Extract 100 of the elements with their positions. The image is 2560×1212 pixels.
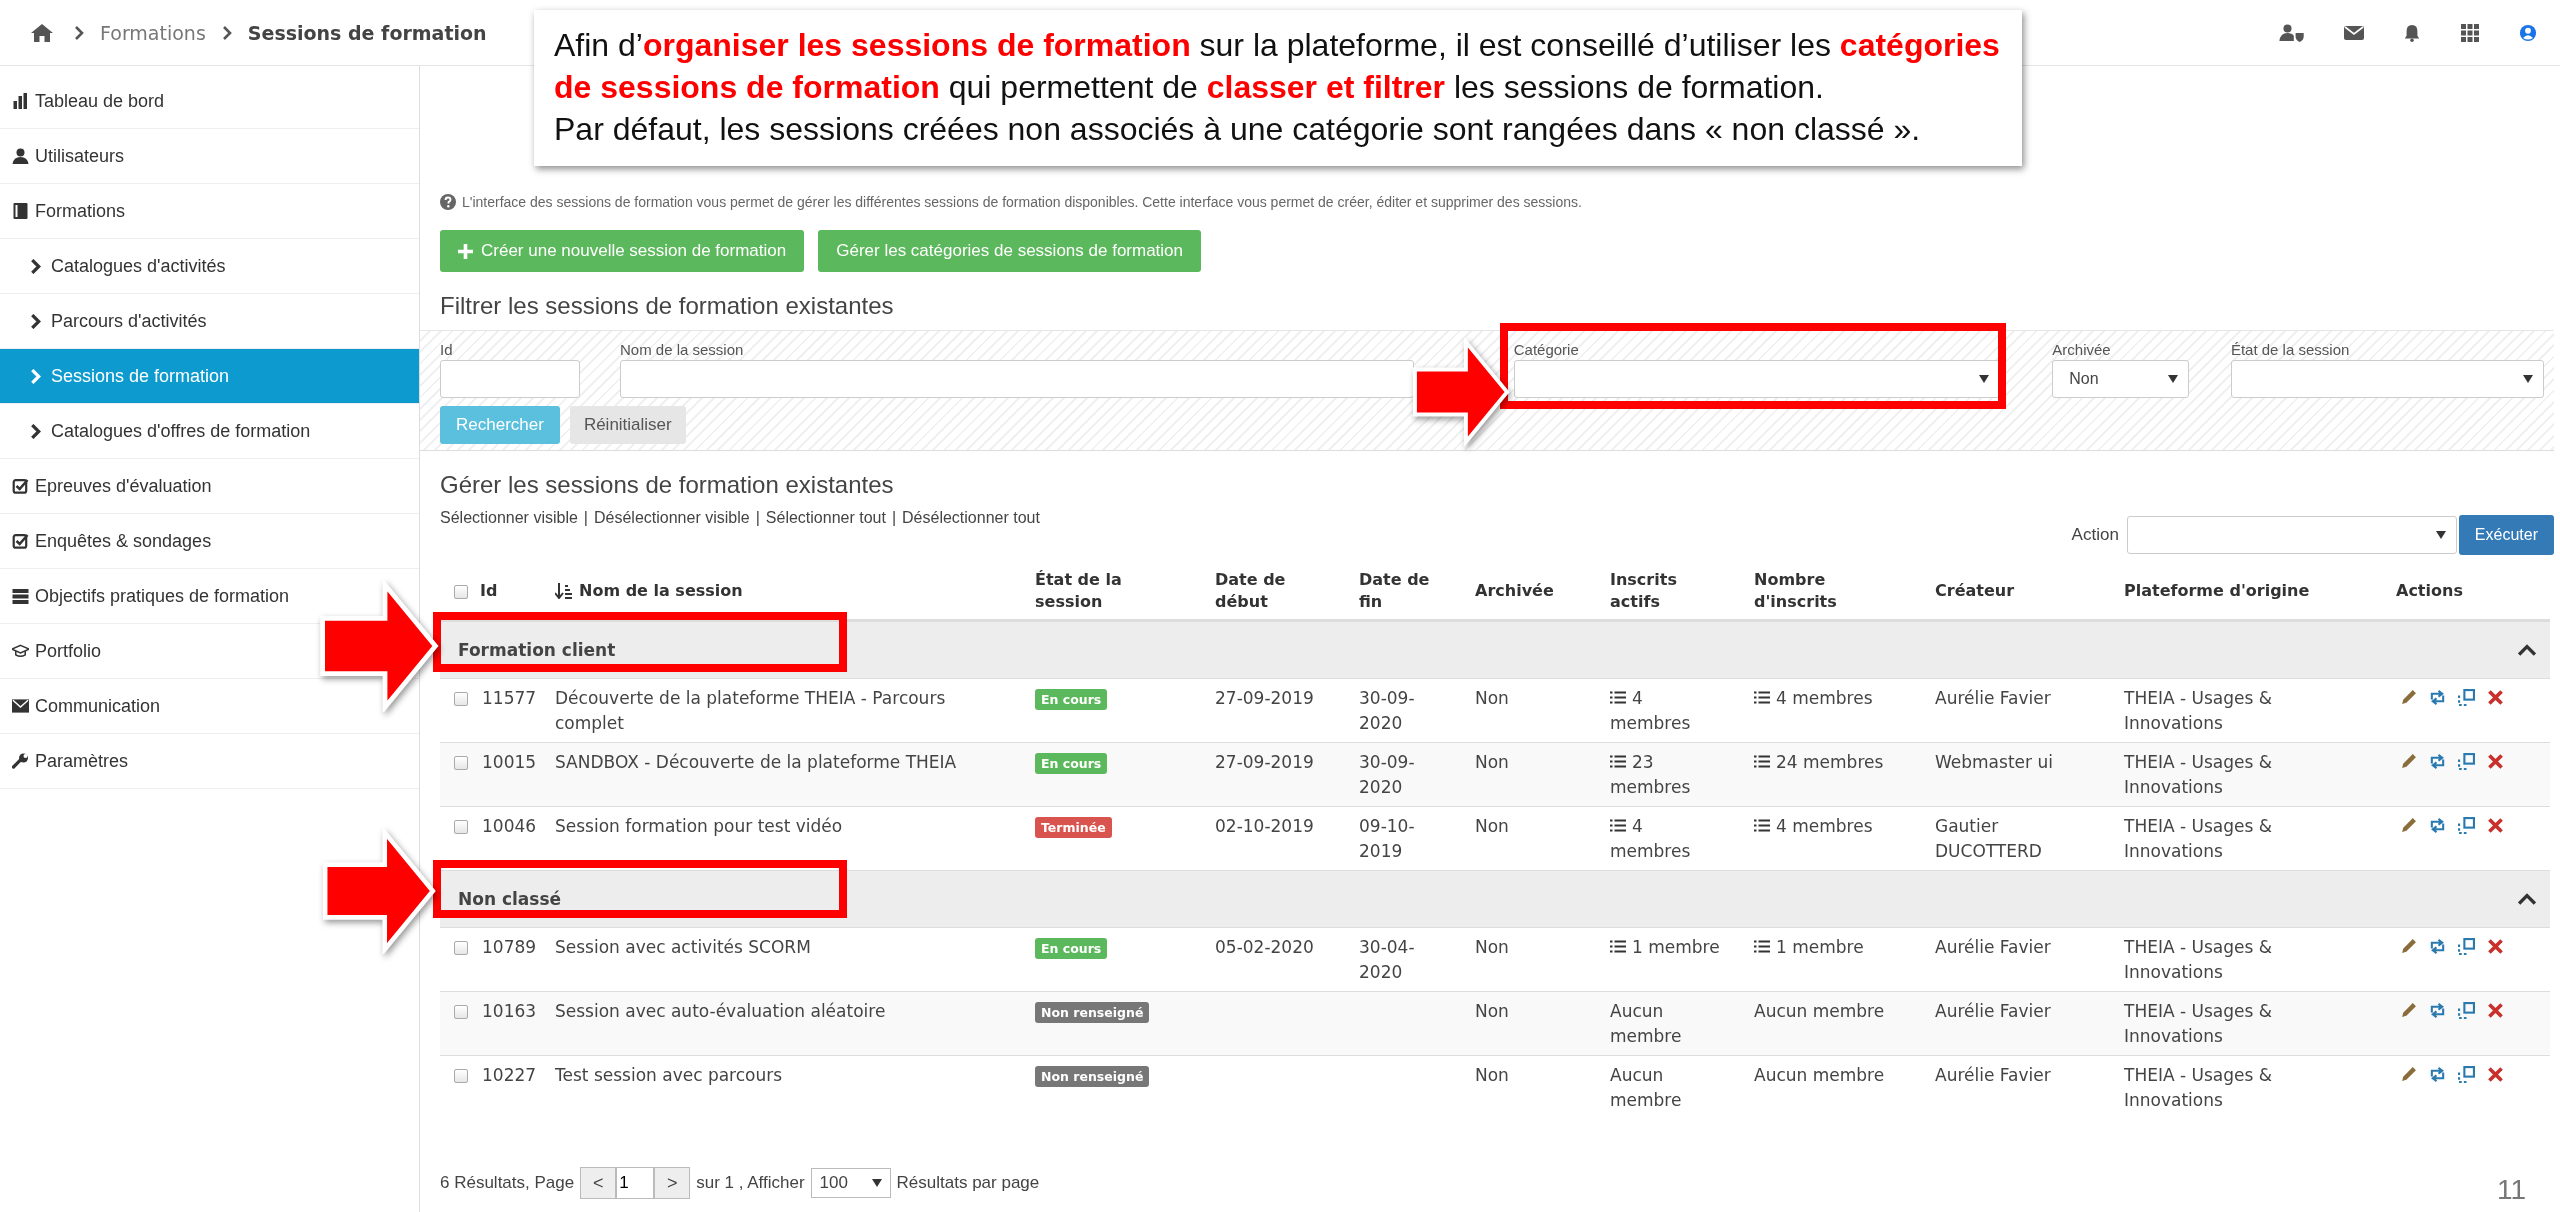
checkbox[interactable]: [454, 941, 468, 955]
chevron-icon[interactable]: [2518, 893, 2536, 905]
pencil-icon[interactable]: [2400, 1066, 2417, 1083]
chevron-right-icon: [30, 258, 41, 274]
checkbox[interactable]: [454, 820, 468, 834]
column-header[interactable]: Nom de la session: [551, 580, 1031, 602]
user-circle-icon[interactable]: [2518, 23, 2538, 42]
loop-arrows-icon[interactable]: [2429, 689, 2446, 706]
checkbox[interactable]: [454, 756, 468, 770]
execute-button[interactable]: Exécuter: [2458, 515, 2554, 555]
column-header[interactable]: Actions: [2392, 580, 2550, 602]
bar-chart-icon: [12, 93, 29, 109]
sidebar-item[interactable]: Communication: [0, 679, 169, 733]
session-name: Test session avec parcours: [555, 1065, 783, 1085]
loop-arrows-icon[interactable]: [2429, 1002, 2446, 1019]
selection-link[interactable]: Désélectionner visible: [594, 509, 750, 527]
table-cell: Webmaster ui: [1935, 752, 2053, 772]
checkbox[interactable]: [454, 1069, 468, 1083]
checkbox[interactable]: [454, 585, 468, 599]
caret-icon: [2167, 375, 2178, 383]
status-badge: Terminée: [1035, 817, 1112, 838]
session-name: Découverte de la plateforme THEIA - Parcours complet: [555, 688, 946, 733]
checkbox[interactable]: [454, 1005, 468, 1019]
table-cell: 1 membre: [1754, 937, 1864, 957]
table-cell: Aucun membre: [1754, 1001, 1885, 1021]
select-field[interactable]: Non: [2052, 360, 2189, 398]
table-cell: 30-09-2020: [1359, 752, 1415, 797]
duplicate-icon[interactable]: [2458, 938, 2475, 955]
checkbox-checked-icon: [12, 533, 29, 549]
breadcrumb-item: Sessions de formation: [247, 21, 487, 44]
pencil-icon[interactable]: [2400, 689, 2417, 706]
column-header[interactable]: Date de fin: [1355, 569, 1471, 613]
column-header[interactable]: Plateforme d'origine: [2120, 580, 2392, 602]
sidebar-item[interactable]: Utilisateurs: [0, 129, 133, 183]
pencil-icon[interactable]: [2400, 938, 2417, 955]
sidebar-item[interactable]: Parcours d'activités: [0, 294, 215, 348]
previous-page-button[interactable]: <: [580, 1167, 617, 1199]
group-header[interactable]: Non classé: [440, 870, 2550, 927]
column-header[interactable]: Inscrits actifs: [1606, 569, 1750, 613]
delete-icon[interactable]: [2487, 1066, 2504, 1083]
checkbox[interactable]: [454, 692, 468, 706]
selection-link[interactable]: Sélectionner visible: [440, 509, 578, 527]
input-field[interactable]: [440, 360, 580, 398]
column-header[interactable]: Archivée: [1471, 580, 1606, 602]
reset-button[interactable]: Réinitialiser: [569, 406, 686, 444]
delete-icon[interactable]: [2487, 1002, 2504, 1019]
sidebar-item[interactable]: Catalogues d'activités: [0, 239, 234, 293]
loop-arrows-icon[interactable]: [2429, 938, 2446, 955]
session-name: Session formation pour test vidéo: [555, 816, 843, 836]
table-cell: 30-04-2020: [1359, 937, 1415, 982]
table-cell: Non: [1475, 1001, 1509, 1021]
duplicate-icon[interactable]: [2458, 1002, 2475, 1019]
sidebar-item[interactable]: Paramètres: [0, 734, 137, 788]
home-icon[interactable]: [30, 22, 54, 43]
next-page-button[interactable]: >: [654, 1167, 691, 1199]
user-shield-icon[interactable]: [2278, 23, 2306, 42]
delete-icon[interactable]: [2487, 938, 2504, 955]
sidebar-item[interactable]: Epreuves d'évaluation: [0, 459, 220, 513]
column-header[interactable]: Id: [478, 580, 551, 602]
selection-link[interactable]: Sélectionner tout: [765, 509, 886, 527]
column-header[interactable]: Date de début: [1211, 569, 1355, 613]
sort-icon: [555, 583, 573, 599]
group-header[interactable]: Formation client: [440, 621, 2550, 678]
selection-link[interactable]: Désélectionner tout: [902, 509, 1040, 527]
bell-icon[interactable]: [2402, 23, 2422, 42]
duplicate-icon[interactable]: [2458, 817, 2475, 834]
page-input[interactable]: 1: [616, 1167, 655, 1199]
sidebar-item[interactable]: Catalogues d'offres de formation: [0, 404, 319, 458]
sidebar-item[interactable]: Formations: [0, 184, 134, 238]
sidebar-item[interactable]: Enquêtes & sondages: [0, 514, 220, 568]
sidebar-item[interactable]: Objectifs pratiques de formation: [0, 569, 298, 623]
select-field[interactable]: [1513, 360, 2001, 398]
delete-icon[interactable]: [2487, 817, 2504, 834]
breadcrumb-item[interactable]: Formations: [100, 21, 206, 44]
envelope-icon[interactable]: [2344, 23, 2364, 42]
input-field[interactable]: [620, 360, 1414, 398]
pagination-text: Résultats par page: [896, 1173, 1040, 1193]
duplicate-icon[interactable]: [2458, 753, 2475, 770]
loop-arrows-icon[interactable]: [2429, 817, 2446, 834]
chevron-icon[interactable]: [2518, 644, 2536, 656]
loop-arrows-icon[interactable]: [2429, 1066, 2446, 1083]
table-cell: 10015: [482, 752, 537, 772]
delete-icon[interactable]: [2487, 753, 2504, 770]
select-field[interactable]: [2230, 360, 2544, 398]
section-title: Gérer les sessions de formation existantes: [440, 471, 895, 499]
duplicate-icon[interactable]: [2458, 1066, 2475, 1083]
loop-arrows-icon[interactable]: [2429, 753, 2446, 770]
per-page-select[interactable]: 100: [810, 1168, 891, 1198]
pencil-icon[interactable]: [2400, 817, 2417, 834]
duplicate-icon[interactable]: [2458, 689, 2475, 706]
sidebar-item[interactable]: Portfolio: [0, 624, 110, 678]
grid-icon[interactable]: [2460, 23, 2480, 42]
chevron-right-icon: [30, 423, 41, 439]
column-header[interactable]: État de la session: [1031, 569, 1211, 613]
delete-icon[interactable]: [2487, 689, 2504, 706]
column-header[interactable]: Créateur: [1931, 580, 2120, 602]
pencil-icon[interactable]: [2400, 753, 2417, 770]
sidebar-item[interactable]: Tableau de bord: [0, 74, 173, 128]
column-header[interactable]: Nombre d'inscrits: [1750, 569, 1931, 613]
pencil-icon[interactable]: [2400, 1002, 2417, 1019]
